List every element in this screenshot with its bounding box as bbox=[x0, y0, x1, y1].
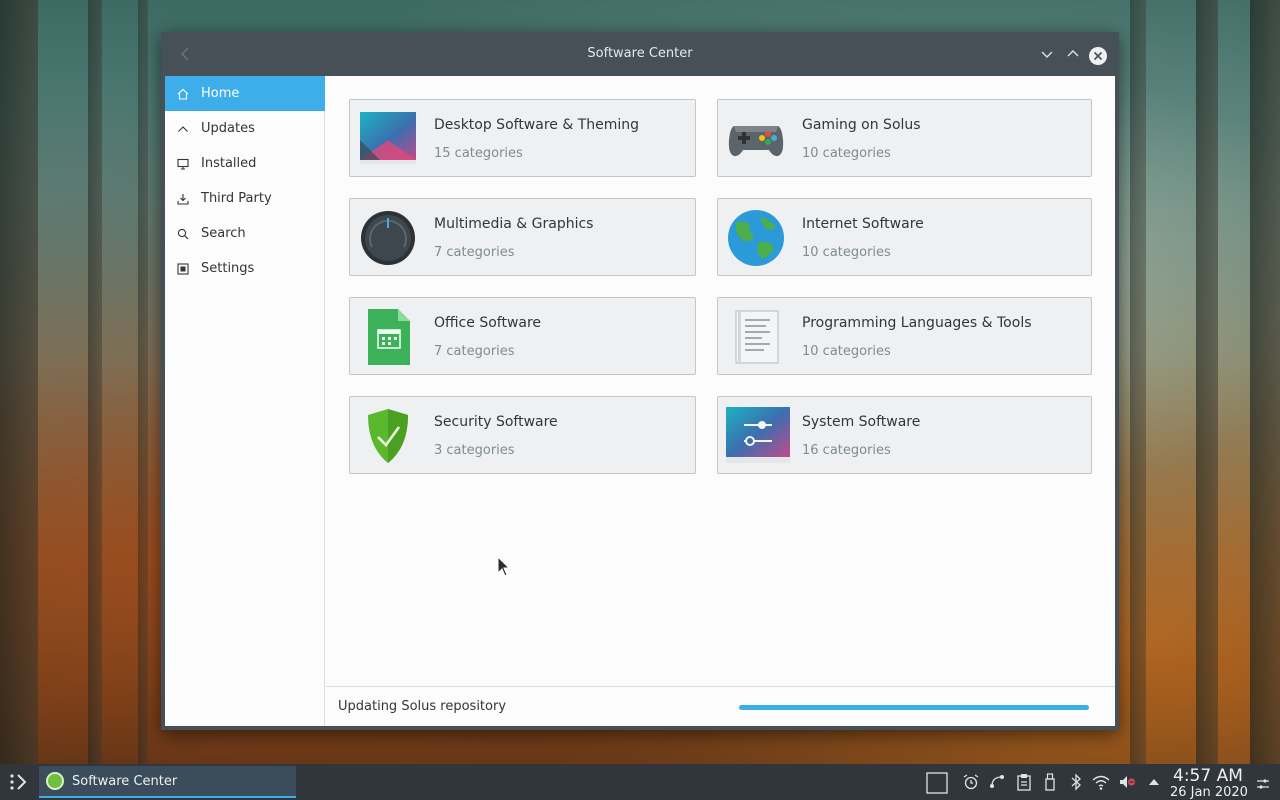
category-card-programming[interactable]: Programming Languages & Tools 10 categor… bbox=[717, 297, 1092, 375]
maximize-button[interactable] bbox=[1065, 46, 1081, 62]
notifications-tray-icon[interactable] bbox=[962, 773, 980, 791]
title-bar[interactable]: Software Center bbox=[161, 32, 1119, 76]
chevron-down-icon bbox=[1041, 51, 1053, 58]
launcher-arrow-icon bbox=[10, 774, 27, 790]
category-title: System Software bbox=[802, 414, 921, 430]
sidebar-item-updates[interactable]: Updates bbox=[165, 111, 325, 146]
wifi-icon bbox=[1092, 775, 1110, 790]
sidebar: Home Updates Installed Third Party Searc… bbox=[165, 76, 325, 726]
usb-drive-icon bbox=[1045, 773, 1055, 791]
progress-fill bbox=[739, 705, 1089, 710]
clipboard-icon bbox=[1017, 774, 1031, 791]
category-count: 3 categories bbox=[434, 443, 515, 458]
sidebar-item-label: Third Party bbox=[201, 191, 272, 206]
sidebar-item-label: Settings bbox=[201, 261, 255, 276]
download-icon bbox=[165, 193, 201, 205]
clock-time[interactable]: 4:57 AM bbox=[1173, 766, 1243, 786]
status-text: Updating Solus repository bbox=[338, 699, 507, 714]
category-count: 7 categories bbox=[434, 344, 515, 359]
taskbar: Software Center 4:57 AM 26 Jan 2020 bbox=[0, 764, 1280, 800]
sidebar-item-home[interactable]: Home bbox=[165, 76, 325, 111]
system-settings-icon bbox=[726, 407, 790, 465]
category-title: Security Software bbox=[434, 414, 558, 430]
triangle-up-icon bbox=[1149, 779, 1159, 785]
sidebar-item-installed[interactable]: Installed bbox=[165, 146, 325, 181]
show-desktop-button[interactable] bbox=[926, 772, 948, 794]
software-center-window: Software Center Home Updates Installed T… bbox=[161, 32, 1119, 730]
chevron-up-icon bbox=[1067, 50, 1079, 57]
category-count: 16 categories bbox=[802, 443, 891, 458]
software-center-app-icon bbox=[46, 772, 64, 790]
clipboard-tray-icon[interactable] bbox=[1015, 773, 1033, 791]
network-tray-icon[interactable] bbox=[1092, 773, 1110, 791]
category-title: Office Software bbox=[434, 315, 542, 331]
network-share-icon bbox=[990, 775, 1004, 788]
home-icon bbox=[165, 88, 201, 100]
category-title: Desktop Software & Theming bbox=[434, 117, 640, 133]
category-card-desktop-theming[interactable]: Desktop Software & Theming 15 categories bbox=[349, 99, 696, 177]
sidebar-item-search[interactable]: Search bbox=[165, 216, 325, 251]
category-title: Internet Software bbox=[802, 216, 924, 232]
volume-muted-icon bbox=[1120, 776, 1135, 788]
category-card-gaming[interactable]: Gaming on Solus 10 categories bbox=[717, 99, 1092, 177]
chevron-up-icon bbox=[165, 123, 201, 135]
settings-icon bbox=[165, 262, 201, 275]
window-title: Software Center bbox=[587, 46, 693, 61]
desktop-icon bbox=[926, 772, 948, 794]
sidebar-item-third-party[interactable]: Third Party bbox=[165, 181, 325, 216]
panel-options-button[interactable] bbox=[1256, 776, 1270, 790]
monitor-icon bbox=[165, 158, 201, 170]
sidebar-item-label: Updates bbox=[201, 121, 255, 136]
sidebar-item-settings[interactable]: Settings bbox=[165, 251, 325, 286]
taskbar-item-software-center[interactable]: Software Center bbox=[39, 766, 296, 798]
search-icon bbox=[165, 228, 201, 240]
update-progress-bar bbox=[739, 705, 1089, 710]
sidebar-item-label: Home bbox=[201, 86, 240, 101]
category-title: Programming Languages & Tools bbox=[802, 315, 1032, 331]
category-card-security[interactable]: Security Software 3 categories bbox=[349, 396, 696, 474]
shield-check-icon bbox=[358, 407, 418, 465]
category-grid: Desktop Software & Theming 15 categories… bbox=[326, 76, 1115, 686]
window-client-area: Home Updates Installed Third Party Searc… bbox=[165, 76, 1115, 726]
text-document-icon bbox=[726, 308, 786, 366]
category-card-office[interactable]: Office Software 7 categories bbox=[349, 297, 696, 375]
category-count: 15 categories bbox=[434, 146, 523, 161]
calendar-document-icon bbox=[358, 308, 418, 366]
bluetooth-tray-icon[interactable] bbox=[1067, 773, 1085, 791]
category-card-system[interactable]: System Software 16 categories bbox=[717, 396, 1092, 474]
category-count: 10 categories bbox=[802, 146, 891, 161]
globe-icon bbox=[726, 209, 786, 267]
close-button[interactable] bbox=[1089, 47, 1107, 65]
category-title: Multimedia & Graphics bbox=[434, 216, 594, 232]
taskbar-item-label: Software Center bbox=[72, 773, 178, 789]
application-launcher-button[interactable] bbox=[6, 770, 30, 794]
category-count: 10 categories bbox=[802, 344, 891, 359]
removable-devices-tray-icon[interactable] bbox=[1041, 773, 1059, 791]
clock-date[interactable]: 26 Jan 2020 bbox=[1170, 785, 1248, 800]
gamepad-icon bbox=[726, 110, 786, 168]
category-title: Gaming on Solus bbox=[802, 117, 921, 133]
multimedia-knob-icon bbox=[358, 209, 418, 267]
category-card-multimedia[interactable]: Multimedia & Graphics 7 categories bbox=[349, 198, 696, 276]
category-count: 7 categories bbox=[434, 245, 515, 260]
category-card-internet[interactable]: Internet Software 10 categories bbox=[717, 198, 1092, 276]
bluetooth-icon bbox=[1071, 773, 1081, 791]
minimize-button[interactable] bbox=[1039, 46, 1055, 62]
sidebar-item-label: Installed bbox=[201, 156, 257, 171]
volume-tray-icon[interactable] bbox=[1118, 773, 1136, 791]
sidebar-item-label: Search bbox=[201, 226, 246, 241]
category-count: 10 categories bbox=[802, 245, 891, 260]
panel-settings-icon bbox=[1257, 779, 1269, 789]
mouse-cursor-icon bbox=[497, 556, 511, 577]
alarm-icon bbox=[963, 774, 979, 790]
desktop-theming-icon bbox=[358, 110, 418, 168]
status-bar: Updating Solus repository bbox=[326, 686, 1115, 726]
close-icon bbox=[1093, 51, 1103, 61]
kde-connect-tray-icon[interactable] bbox=[988, 773, 1006, 791]
tray-expand-button[interactable] bbox=[1145, 773, 1163, 791]
